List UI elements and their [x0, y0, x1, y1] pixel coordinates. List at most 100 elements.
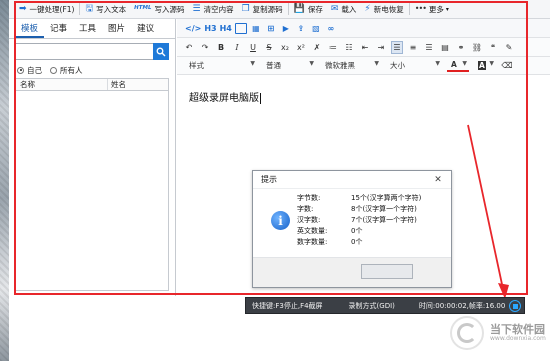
outdent-icon[interactable]: ⇤ [359, 41, 371, 54]
column-header-name[interactable]: 名称 [16, 79, 108, 90]
clear-content-button[interactable]: ☰ 清空内容 [189, 1, 238, 18]
indent-icon[interactable]: ⇥ [375, 41, 387, 54]
envelope-icon: ✉ [330, 3, 339, 14]
stat-digits: 数字数量: 0个 [297, 237, 362, 247]
style-dropdown[interactable]: 样式 ▼ [185, 59, 257, 72]
radio-checked-icon [17, 66, 24, 74]
editor-content[interactable]: 超级录屏电脑版 [189, 89, 261, 104]
dialog-body: i 字节数: 15个(汉字算两个字符) 字数: 8个(汉字算一个字符) 汉字数: 7个… [253, 190, 451, 254]
tab-notes[interactable]: 记事 [44, 22, 73, 38]
subscript-icon[interactable]: x₂ [279, 41, 291, 54]
grid-icon[interactable]: ⊞ [265, 22, 277, 35]
redo-icon[interactable]: ↷ [199, 41, 211, 54]
chevron-down-icon: ▼ [489, 60, 494, 67]
save-button[interactable]: 💾 保存 [290, 1, 327, 18]
tab-template[interactable]: 模板 [15, 22, 45, 38]
column-header-author[interactable]: 姓名 [108, 79, 168, 90]
one-click-process-label: 一键处理(F1) [29, 4, 75, 14]
stat-key: 字数: [297, 205, 314, 213]
editor-toolbar-row-2: ↶ ↷ B I U S x₂ x² ✗ ≔ ☷ ⇤ ⇥ ☰ ≡ ☰ ▤ ⚭ ⛓ … [177, 38, 550, 57]
stat-value: 7个(汉字算一个字符) [351, 216, 417, 224]
template-list[interactable] [15, 91, 169, 291]
recorder-bar: 快捷键:F3停止,F4截屏 录制方式(GDI) 时间:00:00:02,帧率:1… [245, 297, 525, 314]
font-dropdown-value: 微软雅黑 [325, 61, 355, 70]
power-restore-label: 新电恢复 [373, 4, 404, 14]
stat-key: 汉字数: [297, 216, 321, 224]
watermark-logo-icon [450, 316, 484, 350]
ok-button[interactable] [361, 264, 413, 279]
heading-h3-button[interactable]: H3 [204, 22, 216, 35]
align-right-icon[interactable]: ☰ [423, 41, 435, 54]
tab-images[interactable]: 图片 [102, 22, 131, 38]
copy-source-label: 复制源码 [252, 4, 283, 14]
copy-source-button[interactable]: ❐ 复制源码 [238, 1, 287, 18]
watermark-name: 当下软件园 [490, 322, 545, 336]
text-color-button[interactable]: A ▼ [447, 59, 469, 72]
ordered-list-icon[interactable]: ≔ [327, 41, 339, 54]
source-code-icon[interactable]: </> [185, 22, 201, 35]
link-icon[interactable]: ∞ [325, 22, 337, 35]
stat-key: 字节数: [297, 194, 321, 202]
watermark: 当下软件园 www.downxia.com [450, 316, 546, 350]
clear-content-label: 清空内容 [203, 4, 234, 14]
bold-icon[interactable]: B [215, 41, 227, 54]
close-icon: ✕ [434, 174, 442, 185]
hyperlink-icon[interactable]: ⚭ [455, 41, 467, 54]
power-restore-button[interactable]: ⚡ 新电恢复 [360, 1, 407, 18]
toolbar-divider [79, 3, 81, 15]
clear-format-icon[interactable]: ✗ [311, 41, 323, 54]
save-text-icon: 🖫 [85, 3, 94, 14]
one-click-process-button[interactable]: ➡ 一键处理(F1) [15, 1, 78, 18]
align-center-icon[interactable]: ≡ [407, 41, 419, 54]
stop-recording-button[interactable] [509, 300, 521, 312]
text-caret [260, 92, 261, 104]
underline-icon[interactable]: U [247, 41, 259, 54]
unordered-list-icon[interactable]: ☷ [343, 41, 355, 54]
toolbar-divider [408, 3, 410, 15]
format-dropdown-value: 普通 [266, 61, 281, 70]
size-dropdown[interactable]: 大小 ▼ [386, 59, 442, 72]
tab-tools[interactable]: 工具 [73, 22, 102, 38]
undo-icon[interactable]: ↶ [183, 41, 195, 54]
search-button[interactable] [153, 43, 169, 60]
tab-suggestions[interactable]: 建议 [131, 22, 160, 38]
stat-value: 0个 [351, 238, 363, 246]
table-icon[interactable]: ▦ [250, 22, 262, 35]
background-color-button[interactable]: A ▼ [474, 59, 496, 72]
search-input[interactable] [15, 43, 169, 60]
image-icon[interactable]: ▧ [310, 22, 322, 35]
window-icon[interactable] [234, 22, 247, 34]
chevron-down-icon: ▼ [462, 60, 467, 67]
info-icon: i [271, 211, 290, 230]
justify-icon[interactable]: ▤ [439, 41, 451, 54]
heading-h4-button[interactable]: H4 [220, 22, 232, 35]
chevron-down-icon: ▼ [309, 60, 314, 67]
upload-icon[interactable]: ⇪ [295, 22, 307, 35]
write-text-label: 写入文本 [96, 4, 127, 14]
toolbar-divider [287, 3, 289, 15]
strikethrough-icon[interactable]: S [263, 41, 275, 54]
quote-icon[interactable]: ❝ [487, 41, 499, 54]
chevron-down-icon: ▼ [374, 60, 379, 67]
close-button[interactable]: ✕ [429, 173, 447, 186]
radio-everyone[interactable]: 所有人 [50, 65, 83, 76]
write-text-button[interactable]: 🖫 写入文本 [81, 1, 130, 18]
pen-icon[interactable]: ✎ [503, 41, 515, 54]
stat-value: 15个(汉字算两个字符) [351, 194, 422, 202]
font-dropdown[interactable]: 微软雅黑 ▼ [321, 59, 381, 72]
more-button[interactable]: ••• 更多 ▾ [411, 1, 453, 18]
eraser-icon[interactable]: ⌫ [501, 59, 513, 72]
align-left-icon[interactable]: ☰ [391, 40, 403, 54]
unlink-icon[interactable]: ⛓ [471, 41, 483, 54]
arrow-right-icon: ➡ [19, 3, 27, 14]
write-source-button[interactable]: HTML 写入源码 [130, 1, 188, 18]
superscript-icon[interactable]: x² [295, 41, 307, 54]
search-icon [156, 47, 166, 56]
format-dropdown[interactable]: 普通 ▼ [262, 59, 316, 72]
video-icon[interactable]: ▶ [280, 22, 292, 35]
italic-icon[interactable]: I [231, 41, 243, 54]
load-button[interactable]: ✉ 载入 [327, 1, 361, 18]
radio-self[interactable]: 自己 [17, 65, 42, 76]
document-text: 超级录屏电脑版 [189, 93, 259, 104]
recorder-mode: 录制方式(GDI) [348, 301, 395, 310]
